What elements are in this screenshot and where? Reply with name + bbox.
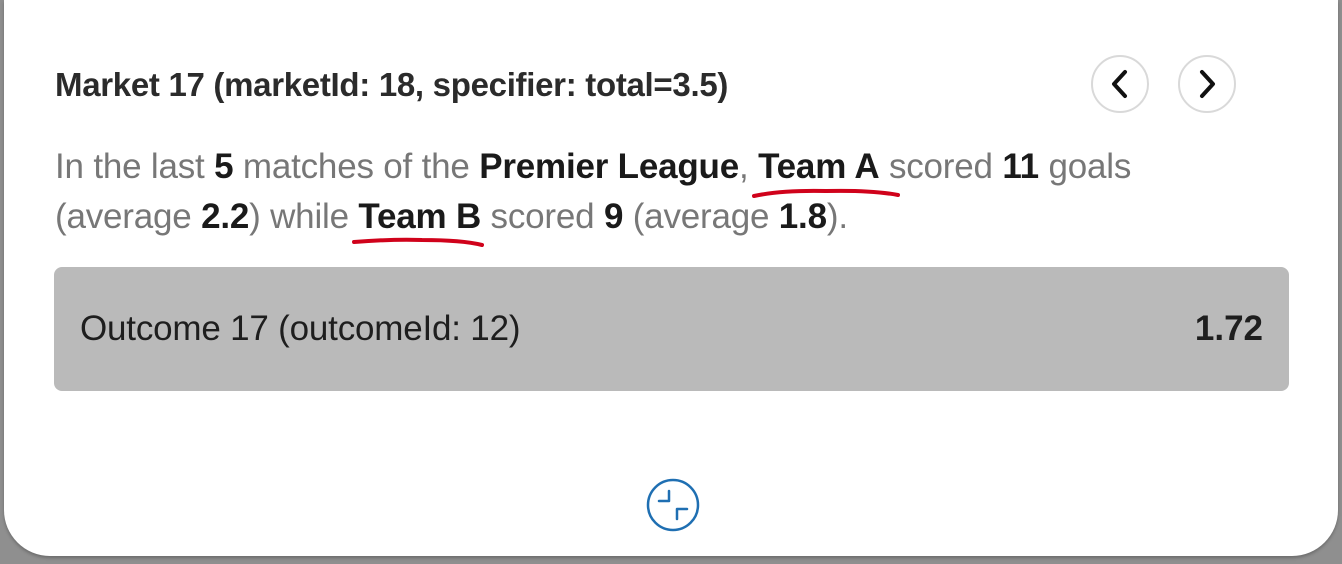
matches-count: 5 bbox=[214, 147, 234, 186]
team-b-goals: 9 bbox=[603, 197, 624, 236]
previous-market-button[interactable] bbox=[1091, 55, 1149, 113]
summary-text: , bbox=[739, 147, 759, 186]
outcome-button[interactable]: Outcome 17 (outcomeId: 12) 1.72 bbox=[54, 267, 1289, 391]
collapse-icon bbox=[646, 478, 700, 532]
summary-text: ) while bbox=[249, 197, 359, 236]
chevron-left-icon bbox=[1112, 70, 1127, 98]
card-top-edge bbox=[4, 0, 1338, 2]
market-title: Market 17 (marketId: 18, specifier: tota… bbox=[55, 66, 729, 103]
team-a-average: 2.2 bbox=[201, 197, 250, 236]
team-b-label: Team B bbox=[358, 197, 482, 236]
match-stats-summary: In the last 5 matches of the Premier Lea… bbox=[55, 142, 1255, 247]
team-b-name: Team B bbox=[352, 192, 485, 247]
outcome-odds: 1.72 bbox=[1194, 309, 1263, 348]
outcome-label: Outcome 17 (outcomeId: 12) bbox=[80, 309, 521, 348]
next-market-button[interactable] bbox=[1178, 55, 1236, 113]
market-header: Market 17 (marketId: 18, specifier: tota… bbox=[55, 62, 728, 108]
team-a-goals: 11 bbox=[1002, 147, 1039, 186]
summary-text: matches of the bbox=[233, 147, 480, 186]
chevron-right-icon bbox=[1200, 70, 1215, 98]
team-a-name: Team A bbox=[752, 142, 901, 198]
market-card: Market 17 (marketId: 18, specifier: tota… bbox=[4, 0, 1338, 556]
summary-text: scored bbox=[879, 147, 1003, 186]
team-a-label: Team A bbox=[758, 147, 880, 186]
summary-text: scored bbox=[481, 197, 604, 236]
team-a-underline bbox=[752, 188, 901, 198]
summary-text: In the last bbox=[55, 147, 215, 186]
team-b-underline bbox=[352, 237, 485, 247]
league-name: Premier League bbox=[479, 147, 740, 186]
collapse-button[interactable] bbox=[644, 476, 702, 534]
